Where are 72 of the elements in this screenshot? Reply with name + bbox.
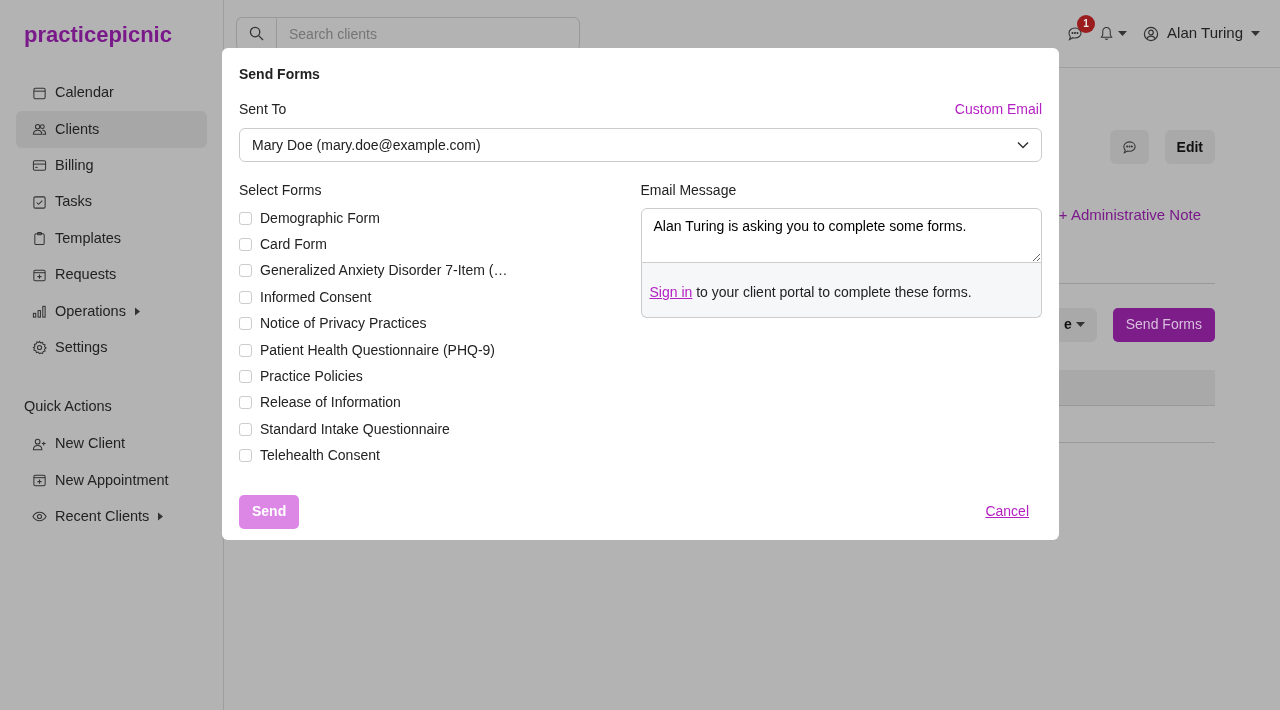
form-label[interactable]: Card Form bbox=[260, 234, 327, 256]
caret-icon bbox=[133, 307, 141, 317]
bell-icon bbox=[1099, 26, 1115, 41]
portal-message: Sign in to your client portal to complete these forms. bbox=[649, 284, 972, 300]
caret-icon bbox=[157, 512, 165, 522]
checkbox[interactable] bbox=[239, 264, 252, 278]
credit-card-icon bbox=[32, 158, 47, 174]
notifications-button[interactable] bbox=[1099, 26, 1128, 41]
sidebar-item[interactable]: New Appointment bbox=[16, 462, 207, 499]
people-icon bbox=[32, 122, 47, 138]
checkbox[interactable] bbox=[239, 343, 252, 357]
checkbox[interactable] bbox=[239, 449, 252, 463]
checkbox[interactable] bbox=[239, 317, 252, 331]
field-label: Email Message bbox=[640, 182, 737, 198]
user-avatar-icon bbox=[1143, 25, 1160, 42]
brand-logo[interactable]: practicepicnic bbox=[16, 18, 172, 51]
form-label[interactable]: Demographic Form bbox=[260, 207, 380, 229]
sidebar-item[interactable]: Settings bbox=[16, 329, 207, 367]
form-label[interactable]: Release of Information bbox=[260, 392, 401, 414]
checkbox[interactable] bbox=[239, 370, 252, 384]
sidebar-item[interactable]: Billing bbox=[16, 147, 207, 185]
calendar-plus-icon bbox=[32, 267, 47, 283]
checkbox[interactable] bbox=[239, 211, 252, 225]
recipient-select[interactable]: Mary Doe (mary.doe@example.com) bbox=[239, 128, 1042, 162]
cancel-link[interactable]: Cancel bbox=[985, 501, 1029, 523]
search-icon bbox=[249, 26, 264, 41]
sidebar-item[interactable]: Operations bbox=[16, 293, 207, 330]
add-note-link[interactable]: + Administrative Note bbox=[1058, 206, 1201, 223]
person-plus-icon bbox=[32, 436, 47, 452]
sidebar-item[interactable]: New Client bbox=[16, 425, 207, 463]
sidebar-item[interactable]: Tasks bbox=[16, 184, 207, 221]
chat-button[interactable] bbox=[1109, 130, 1149, 164]
dialog-title: Send Forms bbox=[239, 66, 320, 82]
form-label[interactable]: Standard Intake Questionnaire bbox=[260, 418, 450, 440]
form-label[interactable]: Practice Policies bbox=[260, 366, 363, 388]
checkbox[interactable] bbox=[239, 396, 252, 410]
sidebar-item[interactable]: Templates bbox=[16, 220, 207, 257]
checkbox[interactable] bbox=[239, 238, 252, 252]
form-label[interactable]: Patient Health Questionnaire (PHQ-9) bbox=[260, 339, 495, 361]
section-title: Quick Actions bbox=[23, 397, 112, 417]
bar-chart-icon bbox=[32, 304, 47, 320]
clipboard-icon bbox=[32, 231, 47, 247]
calendar-icon bbox=[32, 85, 47, 101]
field-label: Sent To bbox=[239, 100, 287, 119]
user-menu[interactable]: Alan Turing bbox=[1143, 22, 1260, 45]
chevron-down-icon bbox=[1017, 141, 1029, 149]
send-forms-button[interactable]: Send Forms bbox=[1112, 307, 1215, 342]
email-message-field[interactable]: Alan Turing is asking you to complete some forms. bbox=[640, 208, 1042, 263]
caret-icon bbox=[1075, 322, 1085, 327]
notification-badge: 1 bbox=[1077, 14, 1096, 33]
edit-button[interactable]: Edit bbox=[1164, 130, 1215, 164]
checkbox[interactable] bbox=[239, 290, 252, 304]
checkbox[interactable] bbox=[239, 422, 252, 436]
form-label[interactable]: Generalized Anxiety Disorder 7-Item (… bbox=[260, 260, 508, 282]
checkbox-icon bbox=[32, 194, 47, 210]
form-label[interactable]: Notice of Privacy Practices bbox=[260, 313, 427, 335]
custom-email-link[interactable]: Custom Email bbox=[954, 99, 1042, 120]
chat-icon[interactable] bbox=[1067, 25, 1084, 42]
sidebar-item[interactable]: Calendar bbox=[16, 75, 207, 112]
settings-icon bbox=[32, 340, 47, 356]
search-field[interactable]: Search clients bbox=[276, 16, 580, 51]
sidebar-item[interactable]: Requests bbox=[16, 256, 207, 294]
form-label[interactable]: Telehealth Consent bbox=[260, 445, 380, 467]
calendar-plus-icon bbox=[32, 472, 47, 488]
chat-icon bbox=[1121, 140, 1137, 156]
sign-in-link[interactable]: Sign in bbox=[649, 284, 693, 300]
form-label[interactable]: Informed Consent bbox=[260, 286, 372, 308]
caret-icon bbox=[1118, 31, 1128, 36]
sidebar-item[interactable]: Clients bbox=[16, 111, 207, 148]
caret-icon bbox=[1251, 31, 1260, 36]
sidebar-item[interactable]: Recent Clients bbox=[16, 498, 207, 536]
field-label: Select Forms bbox=[239, 182, 322, 198]
